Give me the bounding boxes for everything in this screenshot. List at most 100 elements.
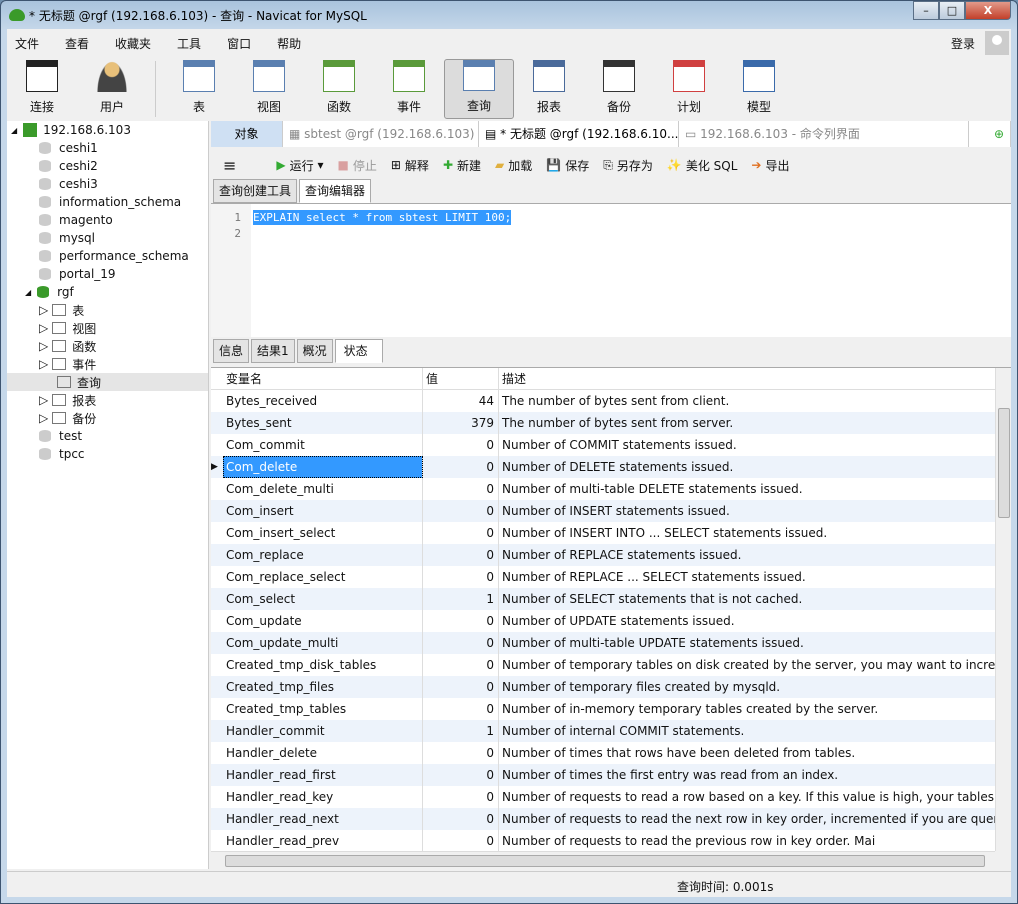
tree-database[interactable]: test [7, 427, 208, 445]
table-row[interactable]: Com_replace_select 0 Number of REPLACE ...… [211, 566, 1011, 588]
cell-name[interactable]: Com_insert [223, 500, 423, 522]
cell-value[interactable]: 44 [423, 390, 499, 412]
cell-name[interactable]: Handler_delete [223, 742, 423, 764]
expand-icon[interactable]: ◢ [25, 288, 31, 297]
cell-description[interactable]: Number of UPDATE statements issued. [499, 610, 1011, 632]
cell-value[interactable]: 1 [423, 588, 499, 610]
table-row[interactable]: Com_replace 0 Number of REPLACE statements… [211, 544, 1011, 566]
cell-description[interactable]: Number of INSERT statements issued. [499, 500, 1011, 522]
cell-value[interactable]: 0 [423, 830, 499, 852]
cell-value[interactable]: 0 [423, 456, 499, 478]
cell-name[interactable]: Created_tmp_tables [223, 698, 423, 720]
table-row[interactable]: Handler_read_prev 0 Number of requests to … [211, 830, 1011, 852]
cell-name[interactable]: Handler_read_first [223, 764, 423, 786]
cell-description[interactable]: Number of in-memory temporary tables cre… [499, 698, 1011, 720]
expand-icon[interactable]: ▷ [39, 321, 48, 335]
cell-description[interactable]: Number of temporary files created by mys… [499, 676, 1011, 698]
table-row[interactable]: Com_insert 0 Number of INSERT statements i… [211, 500, 1011, 522]
cell-name[interactable]: Bytes_sent [223, 412, 423, 434]
cell-value[interactable]: 0 [423, 698, 499, 720]
table-row[interactable]: Bytes_sent 379 The number of bytes sent fr… [211, 412, 1011, 434]
table-row[interactable]: Com_insert_select 0 Number of INSERT INTO … [211, 522, 1011, 544]
cell-description[interactable]: Number of SELECT statements that is not … [499, 588, 1011, 610]
cell-description[interactable]: Number of COMMIT statements issued. [499, 434, 1011, 456]
menu-item[interactable]: 收藏夹 [115, 35, 151, 52]
tab-status[interactable]: 状态 [334, 339, 383, 363]
table-row[interactable]: ▶ Com_delete 0 Number of DELETE statements … [211, 456, 1011, 478]
toolbar-connection-button[interactable]: 连接 [7, 59, 77, 119]
tab-console[interactable]: ▭ 192.168.6.103 - 命令列界面 [679, 121, 969, 147]
cell-name[interactable]: Com_replace [223, 544, 423, 566]
cell-value[interactable]: 0 [423, 808, 499, 830]
cell-name[interactable]: Com_delete [223, 456, 423, 478]
table-row[interactable]: Com_select 1 Number of SELECT statements t… [211, 588, 1011, 610]
cell-value[interactable]: 0 [423, 610, 499, 632]
cell-name[interactable]: Com_replace_select [223, 566, 423, 588]
tree-database[interactable]: mysql [7, 229, 208, 247]
new-button[interactable]: ✚ 新建 [443, 157, 481, 174]
cell-value[interactable]: 0 [423, 434, 499, 456]
toolbar-view-button[interactable]: 视图 [234, 59, 304, 119]
cell-description[interactable]: Number of DELETE statements issued. [499, 456, 1011, 478]
menu-item[interactable]: 文件 [15, 35, 39, 52]
tree-database[interactable]: ceshi2 [7, 157, 208, 175]
tab-result1[interactable]: 结果1 [251, 339, 295, 363]
login-link[interactable]: 登录 [951, 35, 975, 52]
expand-icon[interactable]: ▷ [39, 357, 48, 371]
close-button[interactable]: X [965, 1, 1011, 20]
tab-query-editor[interactable]: 查询编辑器 [299, 179, 372, 203]
tree-database[interactable]: magento [7, 211, 208, 229]
table-row[interactable]: Handler_commit 1 Number of internal COMMIT… [211, 720, 1011, 742]
cell-name[interactable]: Created_tmp_files [223, 676, 423, 698]
tree-item-query[interactable]: 查询 [7, 373, 208, 391]
tab-query-builder[interactable]: 查询创建工具 [213, 179, 298, 203]
cell-description[interactable]: Number of INSERT INTO ... SELECT stateme… [499, 522, 1011, 544]
cell-name[interactable]: Com_update [223, 610, 423, 632]
cell-description[interactable]: The number of bytes sent from server. [499, 412, 1011, 434]
tree-item-report[interactable]: ▷ 报表 [7, 391, 208, 409]
cell-name[interactable]: Handler_read_key [223, 786, 423, 808]
cell-name[interactable]: Com_insert_select [223, 522, 423, 544]
cell-value[interactable]: 0 [423, 654, 499, 676]
tree-database[interactable]: portal_19 [7, 265, 208, 283]
new-tab-icon[interactable]: ⊕ [969, 121, 1011, 147]
tree-item-event[interactable]: ▷ 事件 [7, 355, 208, 373]
cell-description[interactable]: Number of requests to read the next row … [499, 808, 1011, 830]
tree-database[interactable]: performance_schema [7, 247, 208, 265]
table-row[interactable]: Created_tmp_tables 0 Number of in-memory t… [211, 698, 1011, 720]
column-header-value[interactable]: 值 [423, 368, 499, 389]
cell-value[interactable]: 379 [423, 412, 499, 434]
toolbar-function-button[interactable]: 函数 [304, 59, 374, 119]
table-row[interactable]: Handler_read_key 0 Number of requests to r… [211, 786, 1011, 808]
column-header-name[interactable]: 变量名 [223, 368, 423, 389]
tree-database[interactable]: information_schema [7, 193, 208, 211]
menu-item[interactable]: 工具 [177, 35, 201, 52]
cell-value[interactable]: 0 [423, 742, 499, 764]
table-row[interactable]: Handler_read_first 0 Number of times the f… [211, 764, 1011, 786]
cell-value[interactable]: 0 [423, 764, 499, 786]
cell-description[interactable]: Number of REPLACE ... SELECT statements … [499, 566, 1011, 588]
cell-name[interactable]: Created_tmp_disk_tables [223, 654, 423, 676]
cell-description[interactable]: Number of times the first entry was read… [499, 764, 1011, 786]
expand-icon[interactable]: ▷ [39, 339, 48, 353]
tab-untitled-query[interactable]: ▤ * 无标题 @rgf (192.168.6.10... [479, 121, 679, 147]
table-row[interactable]: Created_tmp_disk_tables 0 Number of tempor… [211, 654, 1011, 676]
cell-value[interactable]: 0 [423, 478, 499, 500]
tree-database[interactable]: ceshi3 [7, 175, 208, 193]
toolbar-query-button[interactable]: 查询 [444, 59, 514, 119]
cell-value[interactable]: 0 [423, 522, 499, 544]
toolbar-report-button[interactable]: 报表 [514, 59, 584, 119]
tree-item-view[interactable]: ▷ 视图 [7, 319, 208, 337]
table-row[interactable]: Com_delete_multi 0 Number of multi-table D… [211, 478, 1011, 500]
table-row[interactable]: Created_tmp_files 0 Number of temporary fi… [211, 676, 1011, 698]
tab-profile[interactable]: 概况 [296, 339, 333, 363]
tree-item-table[interactable]: ▷ 表 [7, 301, 208, 319]
beautify-sql-button[interactable]: ✨ 美化 SQL [667, 157, 738, 174]
save-button[interactable]: 💾 保存 [546, 157, 589, 174]
cell-value[interactable]: 0 [423, 632, 499, 654]
toolbar-table-button[interactable]: 表 [164, 59, 234, 119]
table-row[interactable]: Handler_delete 0 Number of times that rows… [211, 742, 1011, 764]
toolbar-schedule-button[interactable]: 计划 [654, 59, 724, 119]
expand-icon[interactable]: ▷ [39, 303, 48, 317]
column-header-description[interactable]: 描述 [499, 368, 1011, 389]
